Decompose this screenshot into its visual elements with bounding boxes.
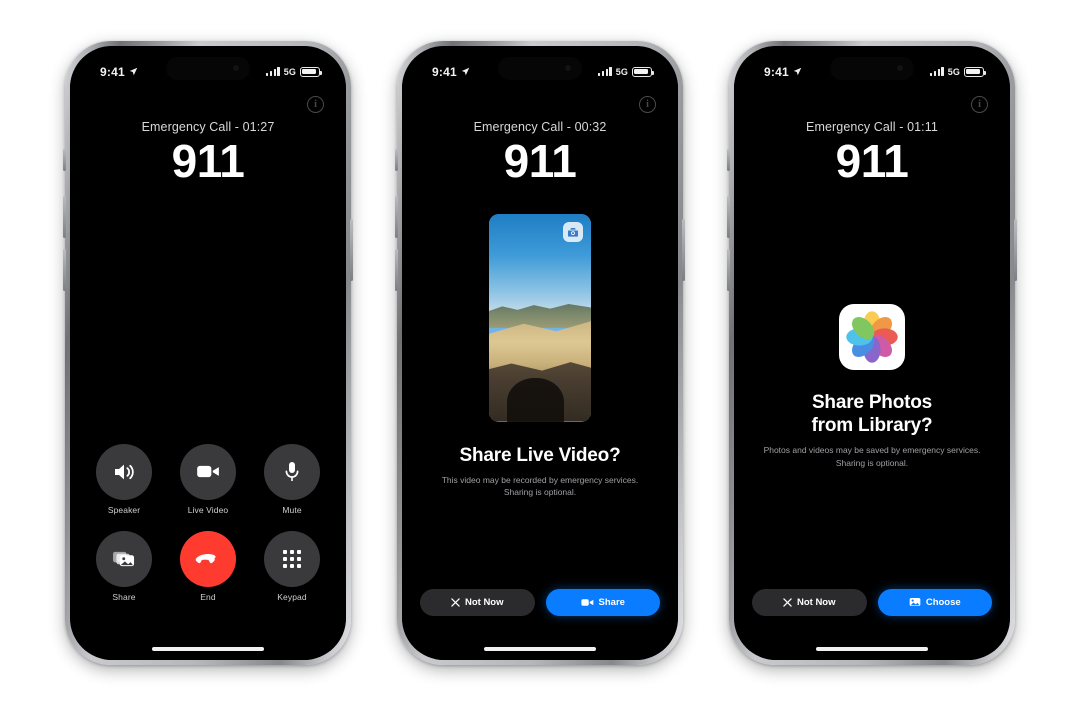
volume-up-button[interactable]: [727, 195, 730, 238]
call-number: 911: [835, 134, 909, 187]
power-button[interactable]: [682, 218, 685, 281]
location-arrow-icon: [129, 67, 138, 76]
call-info-icon[interactable]: i: [971, 95, 988, 113]
phone-share-live-video: 9:41 5G i Emergency Call - 00:32 911 Sha…: [395, 40, 685, 665]
share-video-prompt: Share Live Video? This video may be reco…: [402, 444, 678, 500]
network-label: 5G: [947, 66, 960, 77]
status-bar: 9:41 5G: [734, 46, 1010, 86]
call-header: Emergency Call - 01:27 911: [70, 120, 346, 185]
volume-up-button[interactable]: [63, 195, 66, 238]
silent-switch[interactable]: [395, 148, 398, 171]
phone-screen: 9:41 5G i Emergency Call - 01:27 911 Spe…: [70, 45, 346, 660]
phone-screen: 9:41 5G i Emergency Call - 01:11 911 Sha…: [734, 45, 1010, 660]
battery-icon: [964, 66, 986, 77]
video-camera-icon: [580, 598, 593, 606]
mute-label: Mute: [282, 504, 302, 515]
live-video-preview[interactable]: [489, 213, 591, 422]
call-status-text: Emergency Call - 00:32: [473, 119, 607, 134]
status-bar: 9:41 5G: [70, 46, 346, 86]
share-video-button[interactable]: Share: [545, 588, 660, 616]
microphone-icon: [285, 461, 299, 481]
call-info-icon[interactable]: i: [639, 95, 656, 113]
mute-button[interactable]: Mute: [258, 443, 326, 515]
volume-down-button[interactable]: [727, 248, 730, 291]
home-indicator[interactable]: [816, 646, 928, 651]
end-call-label: End: [200, 591, 216, 602]
live-video-button[interactable]: Live Video: [174, 443, 242, 515]
location-arrow-icon: [461, 67, 470, 76]
video-shadow-region: [507, 377, 565, 422]
speaker-icon: [115, 464, 134, 479]
phone-screen: 9:41 5G i Emergency Call - 00:32 911 Sha…: [402, 45, 678, 660]
not-now-button[interactable]: Not Now: [420, 588, 535, 616]
home-indicator[interactable]: [484, 646, 596, 651]
end-call-button[interactable]: End: [174, 530, 242, 602]
cellular-bars-icon: [598, 67, 612, 76]
network-label: 5G: [615, 66, 628, 77]
battery-icon: [300, 66, 322, 77]
photos-app-icon: [839, 303, 905, 370]
choose-photos-button[interactable]: Choose: [877, 588, 992, 616]
not-now-button[interactable]: Not Now: [752, 588, 867, 616]
share-video-label: Share: [598, 596, 625, 608]
cellular-bars-icon: [266, 67, 280, 76]
volume-up-button[interactable]: [395, 195, 398, 238]
keypad-label: Keypad: [277, 591, 307, 602]
camera-flip-icon: [568, 227, 578, 237]
photo-icon: [909, 598, 921, 606]
phone-share-photos: 9:41 5G i Emergency Call - 01:11 911 Sha…: [727, 40, 1017, 665]
call-number: 911: [171, 134, 245, 187]
status-time: 9:41: [764, 64, 789, 79]
call-info-icon[interactable]: i: [307, 95, 324, 113]
home-indicator[interactable]: [152, 646, 264, 651]
close-icon: [783, 597, 792, 607]
silent-switch[interactable]: [63, 148, 66, 171]
speaker-button[interactable]: Speaker: [90, 443, 158, 515]
keypad-icon: [283, 549, 301, 568]
prompt-title-line2: from Library?: [811, 414, 933, 436]
choose-photos-label: Choose: [925, 596, 961, 608]
not-now-label: Not Now: [464, 596, 504, 608]
end-call-icon: [195, 553, 216, 563]
video-camera-icon: [196, 465, 219, 478]
call-controls-grid: Speaker Live Video Mute Share End Keypad: [90, 443, 326, 602]
silent-switch[interactable]: [727, 148, 730, 171]
camera-flip-button[interactable]: [563, 221, 583, 242]
status-time: 9:41: [100, 64, 125, 79]
network-label: 5G: [283, 66, 296, 77]
close-icon: [451, 597, 460, 607]
phone-mockup-scene: 9:41 5G i Emergency Call - 01:27 911 Spe…: [0, 0, 1080, 705]
share-photos-prompt: Share Photos from Library? Photos and vi…: [734, 391, 1010, 470]
status-bar: 9:41 5G: [402, 46, 678, 86]
live-video-label: Live Video: [187, 504, 229, 515]
call-status-text: Emergency Call - 01:11: [806, 119, 938, 134]
prompt-subtitle: This video may be recorded by emergency …: [441, 474, 639, 498]
call-number: 911: [503, 134, 577, 187]
battery-icon: [632, 66, 654, 77]
not-now-label: Not Now: [796, 596, 836, 608]
volume-down-button[interactable]: [63, 248, 66, 291]
power-button[interactable]: [350, 218, 353, 281]
call-header: Emergency Call - 00:32 911: [402, 120, 678, 185]
photo-stack-icon: [112, 551, 134, 567]
prompt-title-line1: Share Photos: [811, 391, 933, 413]
power-button[interactable]: [1014, 218, 1017, 281]
prompt-subtitle: Photos and videos may be saved by emerge…: [763, 444, 981, 468]
keypad-button[interactable]: Keypad: [258, 530, 326, 602]
location-arrow-icon: [793, 67, 802, 76]
status-time: 9:41: [432, 64, 457, 79]
share-button[interactable]: Share: [90, 530, 158, 602]
call-header: Emergency Call - 01:11 911: [734, 120, 1010, 185]
prompt-actions: Not Now Share: [402, 588, 678, 616]
speaker-label: Speaker: [107, 504, 141, 515]
volume-down-button[interactable]: [395, 248, 398, 291]
share-label: Share: [112, 591, 136, 602]
prompt-actions: Not Now Choose: [734, 588, 1010, 616]
phone-call-controls: 9:41 5G i Emergency Call - 01:27 911 Spe…: [63, 40, 353, 665]
photos-pinwheel-icon: [846, 310, 898, 363]
prompt-title: Share Live Video?: [459, 444, 621, 466]
call-status-text: Emergency Call - 01:27: [141, 119, 275, 134]
cellular-bars-icon: [930, 67, 944, 76]
